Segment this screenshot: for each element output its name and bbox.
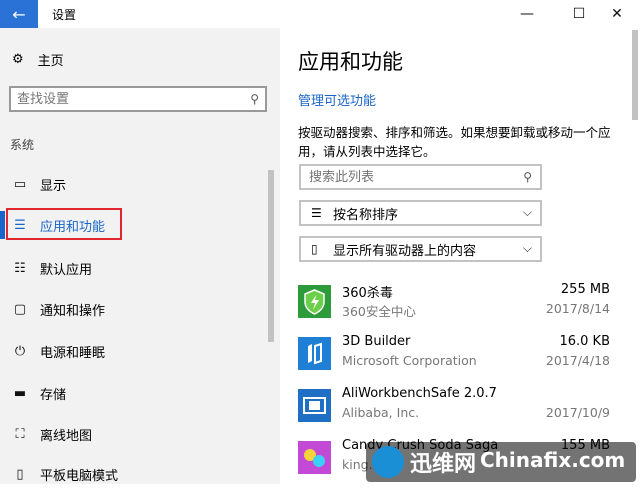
manage-optional-features-link[interactable]: 管理可选功能 — [298, 90, 376, 109]
app-list-item[interactable]: 3D Builder Microsoft Corporation 16.0 KB… — [298, 334, 610, 378]
app-publisher: Microsoft Corporation — [342, 353, 477, 368]
highlight-box — [6, 208, 122, 240]
filter-dropdown[interactable]: ▯ 显示所有驱动器上的内容 ⌵ — [299, 236, 542, 262]
home-label: 主页 — [37, 54, 64, 69]
notification-icon: ▢ — [13, 301, 27, 317]
sidebar-item-default-apps[interactable]: ☷ 默认应用 — [0, 248, 268, 288]
sidebar-item-power[interactable]: ⏻ 电源和睡眠 — [0, 331, 268, 371]
app-size: 16.0 KB — [559, 334, 610, 349]
main-scrollbar[interactable] — [632, 30, 638, 120]
sidebar-item-offline-maps[interactable]: ⛶ 离线地图 — [0, 414, 268, 454]
shield-icon — [298, 285, 331, 318]
settings-search-box[interactable]: ⚲ — [9, 86, 267, 112]
default-apps-icon: ☷ — [14, 260, 26, 276]
sidebar-item-label: 默认应用 — [40, 262, 93, 278]
app-publisher: Alibaba, Inc. — [342, 405, 420, 420]
app-search-input[interactable] — [301, 166, 509, 188]
3d-builder-icon — [298, 337, 331, 370]
window-title: 设置 — [52, 8, 77, 22]
sort-label: 按名称排序 — [333, 207, 399, 223]
chevron-down-icon: ⌵ — [522, 241, 532, 255]
gear-icon: ⚙ — [12, 52, 24, 67]
sidebar-item-label: 通知和操作 — [40, 303, 106, 319]
app-date: 2017/8/14 — [545, 301, 610, 316]
app-size: 255 MB — [560, 282, 610, 297]
filmstrip-icon — [298, 389, 331, 422]
sidebar-item-storage[interactable]: ▬ 存储 — [0, 373, 268, 413]
tablet-icon: ▯ — [16, 466, 24, 482]
page-description: 按驱动器搜索、排序和筛选。如果想要卸载或移动一个应用，请从列表中选择它。 — [298, 125, 611, 159]
page-title: 应用和功能 — [298, 50, 403, 74]
sidebar-item-notifications[interactable]: ▢ 通知和操作 — [0, 289, 268, 329]
sidebar-home[interactable]: ⚙ 主页 — [12, 50, 64, 69]
section-label: 系统 — [10, 138, 35, 152]
app-search-box[interactable]: ⚲ — [299, 164, 542, 190]
watermark-logo-icon — [372, 446, 404, 478]
display-icon: ▭ — [13, 176, 27, 192]
back-button[interactable]: ← — [0, 0, 38, 28]
app-name: AliWorkbenchSafe 2.0.7 — [342, 386, 497, 401]
sidebar-item-display[interactable]: ▭ 显示 — [0, 164, 268, 204]
sidebar-item-label: 存储 — [40, 387, 67, 403]
sidebar-item-label: 平板电脑模式 — [40, 468, 119, 484]
app-name: 360杀毒 — [342, 286, 393, 301]
sort-icon: ☰ — [311, 206, 322, 220]
sidebar-item-label: 显示 — [40, 178, 67, 194]
app-list-item[interactable]: AliWorkbenchSafe 2.0.7 Alibaba, Inc. 201… — [298, 386, 610, 430]
map-icon: ⛶ — [15, 426, 25, 442]
close-button[interactable]: ✕ — [594, 0, 640, 28]
back-arrow-icon: ← — [12, 4, 26, 24]
sidebar-scrollbar[interactable] — [268, 170, 274, 342]
sidebar-item-label: 电源和睡眠 — [40, 345, 106, 361]
minimize-button[interactable]: — — [504, 0, 550, 28]
search-icon[interactable]: ⚲ — [523, 170, 532, 184]
chevron-down-icon: ⌵ — [522, 205, 532, 219]
app-name: 3D Builder — [342, 334, 411, 349]
app-list-item[interactable]: 360杀毒 360安全中心 255 MB 2017/8/14 — [298, 282, 610, 326]
storage-icon: ▬ — [13, 385, 27, 401]
sort-dropdown[interactable]: ☰ 按名称排序 ⌵ — [299, 200, 542, 226]
watermark-cn: 迅维网 — [410, 452, 477, 477]
sidebar-item-tablet-mode[interactable]: ▯ 平板电脑模式 — [0, 454, 268, 494]
sidebar-item-label: 离线地图 — [40, 428, 93, 444]
app-date: 2017/4/18 — [545, 353, 610, 368]
search-icon[interactable]: ⚲ — [250, 92, 259, 106]
app-publisher: 360安全中心 — [342, 304, 416, 319]
watermark-en: Chinafix.com — [480, 448, 626, 472]
power-icon: ⏻ — [14, 343, 26, 359]
app-date: 2017/10/9 — [545, 405, 610, 420]
title-bar: ← 设置 — ☐ ✕ — [0, 0, 640, 28]
settings-search-input[interactable] — [11, 88, 237, 111]
filter-label: 显示所有驱动器上的内容 — [333, 243, 477, 259]
candy-icon — [298, 441, 331, 474]
drive-icon: ▯ — [311, 242, 318, 256]
